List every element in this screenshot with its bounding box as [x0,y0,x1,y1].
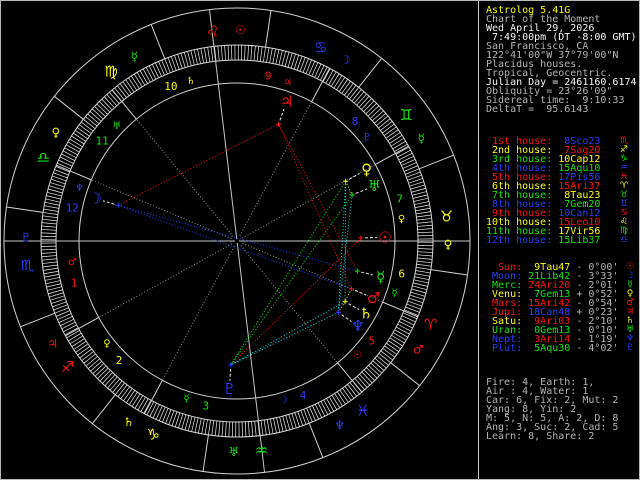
planet-glyph-neptune: ♆ [351,317,364,335]
sign-glyph-aquarius: ♒ [255,442,268,460]
sign-glyph-cancer: ♋ [314,38,327,56]
sign-glyph-gemini: ♊ [400,106,413,124]
planet-glyph-venus: ♀ [361,161,372,179]
house-ruler-icon-2: ♀ [103,339,110,350]
sign-glyph-taurus: ♉ [440,208,453,226]
house-ruler-icon-7: ♀ [398,214,405,225]
house-number-3: 3 [202,400,209,413]
house-cusp-table: 1st house: 8Sco23 ♏ 2nd house: 7Sag20 ♐ 3r… [486,136,628,246]
sign-ruler-icon-scorpio: ♇ [21,231,32,245]
sign-glyph-scorpio: ♏ [21,256,35,274]
house-ruler-icon-3: ☿ [183,394,189,405]
sign-ruler-icon-cancer: ☽ [340,53,351,67]
house-number-8: 8 [352,115,359,128]
house-cusp-value: 15Lib37 [552,235,601,246]
sign-ruler-icon-libra: ♀ [52,126,61,140]
sign-glyph-leo: ♌ [206,22,219,40]
summary-text: Learn: 8, Share: 2 [486,431,595,442]
sign-glyph-libra: ♎ [37,148,50,166]
info-panel: Astrolog 5.41G Chart of the Moment Wed Apr… [486,1,638,479]
sign-glyph-sagittarius: ♐ [61,358,74,376]
sign-ruler-icon-sagittarius: ♃ [47,337,58,351]
house-ruler-icon-12: ♆ [75,183,84,194]
summary-line-6: Learn: 8, Share: 2 [486,431,618,442]
planet-position-value: 5Aqu30 [522,343,571,354]
house-number-10: 10 [164,80,177,93]
chart-info-header: Astrolog 5.41G Chart of the Moment Wed Apr… [486,6,637,115]
sign-ruler-icon-capricorn: ♄ [123,415,134,429]
house-row-12: 12th house: 15Lib37 ♎ [486,235,628,246]
planet-velocity: - 4°02' [570,343,619,354]
house-number-11: 11 [96,134,109,147]
header-line-11: DeltaT = 95.6143 [486,104,637,115]
planet-glyph-sun: ☉ [378,228,391,246]
house-number-7: 7 [396,193,403,206]
planet-glyph-moon: ☽ [89,190,102,208]
house-ruler-icon-11: ♅ [112,121,121,132]
header-text: DeltaT = 95.6143 [486,104,589,115]
planet-glyph-jupiter: ♃ [280,93,293,111]
house-ruler-icon-8: ♇ [363,132,372,143]
sign-ruler-icon-aries: ♂ [413,342,424,356]
zodiac-sign-icon: ♎ [619,235,629,245]
sign-glyph-aries: ♈ [424,316,437,334]
sign-ruler-icon-gemini: ☿ [418,131,425,145]
house-ruler-icon-10: ♄ [186,76,195,87]
house-label: 12th house: [486,235,553,246]
house-number-1: 1 [71,276,78,289]
planet-icon: ♇ [625,343,635,353]
sign-glyph-capricorn: ♑ [147,426,160,444]
sign-ruler-icon-pisces: ♆ [334,418,345,432]
astrolog-window: ♈ ♂ ♉ ♀ ♊ ☿ ♋ ☽ ♌ ☉ ♍ ☿ ♎ ♀ ♏ ♇ ♐ ♃ ♑ ♄ ♒ ♅ ♓ ♆ 1 ♂ 2 ♀ 3 ☿ 4 ☽ 5 ☉ 6 ☿ 7 ♀ 8 ♇… [0,0,640,480]
planet-glyph-pluto: ♇ [223,380,236,398]
sign-ruler-icon-taurus: ♀ [444,237,453,251]
house-number-5: 5 [369,335,376,348]
house-ruler-icon-5: ☉ [353,350,362,361]
panel-divider [478,1,479,479]
sign-ruler-icon-aquarius: ♅ [228,445,239,459]
house-number-6: 6 [398,268,405,281]
house-ruler-icon-4: ☽ [279,395,288,406]
house-number-9: 9 [265,69,272,82]
planet-table: Sun: 9Tau47 - 0°00' ☉ Moon: 21Lib42 - 3°3… [486,262,634,354]
chart-wheel: ♈♂♉♀♊☿♋☽♌ ☉♍☿♎♀♏♇♐♃♑♄♒♅♓♆1♂2♀3☿ 4☽5☉6☿7♀8♇… [1,1,479,479]
house-number-2: 2 [116,354,123,367]
aspect-line-sextile [344,181,347,302]
house-number-12: 12 [66,201,79,214]
house-ruler-icon-1: ♂ [68,257,77,268]
house-ruler-icon-9: ♃ [283,77,292,88]
planet-row-9: Plut: 5Aqu30 - 4°02' ♇ [486,343,634,354]
sign-glyph-virgo: ♍ [104,63,117,81]
planet-label: Plut: [486,343,523,354]
sign-ruler-icon-leo: ☉ [235,23,246,37]
house-ruler-icon-6: ☿ [391,288,397,299]
planet-glyph-mercury: ☿ [376,268,385,286]
element-summary: Fire: 4, Earth: 1, Air : 4, Water: 1 Car: … [486,378,618,442]
house-number-4: 4 [300,389,307,402]
sign-ruler-icon-virgo: ☿ [131,50,138,64]
sign-glyph-pisces: ♓ [356,401,369,419]
planet-glyph-uranus: ♅ [368,177,381,195]
